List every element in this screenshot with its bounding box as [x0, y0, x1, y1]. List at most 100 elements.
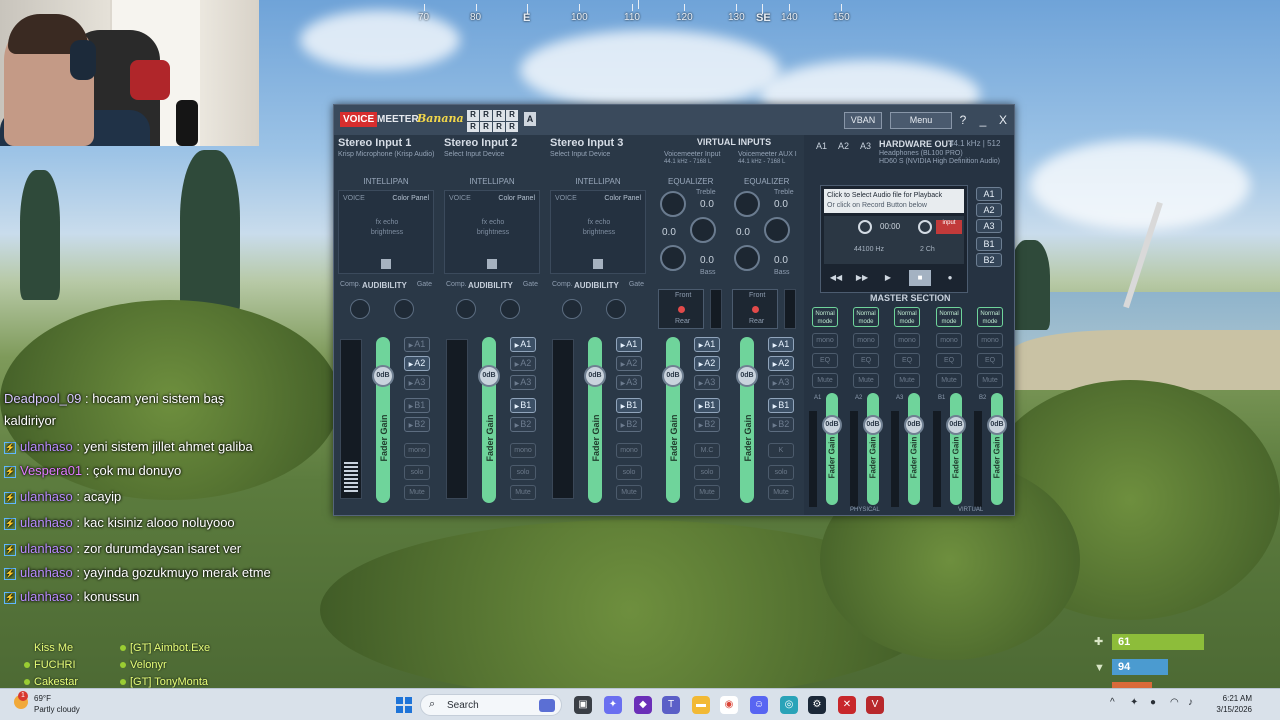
solo-button[interactable]: solo [616, 465, 642, 480]
rec-a3-button[interactable]: A3 [976, 219, 1002, 233]
rec-b2-button[interactable]: B2 [976, 253, 1002, 267]
pan-dot[interactable] [752, 306, 759, 313]
master-fader-handle[interactable]: 0dB [863, 415, 883, 435]
solo-button[interactable]: solo [510, 465, 536, 480]
mute-button[interactable]: Mute [510, 485, 536, 500]
gate-knob[interactable] [394, 299, 414, 319]
start-button[interactable] [396, 697, 412, 713]
chrome-icon[interactable]: ◉ [720, 696, 738, 714]
bus-a1-button[interactable]: A1 [404, 337, 430, 352]
fader-track[interactable]: Fader Gain [482, 337, 496, 503]
bus-a3-button[interactable]: A3 [616, 375, 642, 390]
hw-tab-a1[interactable]: A1 [816, 141, 827, 151]
task-view-icon[interactable]: ▣ [574, 696, 592, 714]
solo-button[interactable]: solo [404, 465, 430, 480]
menu-button[interactable]: Menu [890, 112, 952, 129]
surround-pan-1[interactable]: Front Rear [658, 289, 704, 329]
master-fader-handle[interactable]: 0dB [822, 415, 842, 435]
hardware-out-device-2[interactable]: HD60 S (NVIDIA High Definition Audio) [879, 157, 1000, 166]
bus-b1-button[interactable]: B1 [510, 398, 536, 413]
mode-button[interactable]: Normal mode [936, 307, 962, 327]
master-fader-track[interactable]: Fader Gain [867, 393, 879, 505]
steam-icon[interactable]: ⚙ [808, 696, 826, 714]
eq-knob[interactable] [764, 217, 790, 243]
mute-button[interactable]: Mute [694, 485, 720, 500]
mute-button[interactable]: Mute [812, 373, 838, 388]
weather-desc[interactable]: Partly cloudy [34, 705, 80, 714]
voicemeeter-window[interactable]: VOICE MEETER Banana R R R R R R R R A VB… [333, 104, 1015, 516]
master-fader-track[interactable]: Fader Gain [826, 393, 838, 505]
help-button[interactable]: ? [954, 111, 972, 129]
strip-device[interactable]: Krisp Microphone (Krisp Audio) [338, 151, 435, 158]
volume-icon[interactable]: ♪ [1188, 697, 1193, 708]
mono-button[interactable]: mono [812, 333, 838, 348]
gate-knob[interactable] [500, 299, 520, 319]
mute-button[interactable]: Mute [404, 485, 430, 500]
rewind-icon[interactable]: ◀◀ [825, 270, 847, 286]
strip-device[interactable]: Select Input Device [550, 151, 623, 158]
master-fader-handle[interactable]: 0dB [987, 415, 1007, 435]
eq-button[interactable]: EQ [812, 353, 838, 368]
k-button[interactable]: K [768, 443, 794, 458]
bus-a2-button[interactable]: A2 [616, 356, 642, 371]
mono-button[interactable]: mono [853, 333, 879, 348]
bus-a2-button[interactable]: A2 [694, 356, 720, 371]
bus-b1-button[interactable]: B1 [694, 398, 720, 413]
input-badge[interactable]: input [936, 220, 962, 234]
fader-handle[interactable]: 0dB [662, 365, 684, 387]
solo-button[interactable]: solo [694, 465, 720, 480]
comp-knob[interactable] [456, 299, 476, 319]
bus-b1-button[interactable]: B1 [768, 398, 794, 413]
playback-prompt[interactable]: Click to Select Audio file for Playback … [824, 189, 964, 213]
eq-button[interactable]: EQ [853, 353, 879, 368]
surround-pan-2[interactable]: Front Rear [732, 289, 778, 329]
strip-device[interactable]: Select Input Device [444, 151, 517, 158]
stop-icon[interactable]: ■ [909, 270, 931, 286]
intellipan-pad[interactable]: VOICE Color Panel fx echo brightness [338, 190, 434, 274]
bus-a1-button[interactable]: A1 [694, 337, 720, 352]
strip-header-2[interactable]: Stereo Input 2 Select Input Device [444, 137, 517, 167]
pan-dot[interactable] [678, 306, 685, 313]
fader-track[interactable]: Fader Gain [740, 337, 754, 503]
mute-button[interactable]: Mute [977, 373, 1003, 388]
bus-a3-button[interactable]: A3 [694, 375, 720, 390]
master-fader-track[interactable]: Fader Gain [908, 393, 920, 505]
fader-track[interactable]: Fader Gain [588, 337, 602, 503]
bus-a1-button[interactable]: A1 [510, 337, 536, 352]
master-fader-track[interactable]: Fader Gain [950, 393, 962, 505]
strip-header-3[interactable]: Stereo Input 3 Select Input Device [550, 137, 623, 167]
mute-button[interactable]: Mute [894, 373, 920, 388]
browser-icon[interactable]: ◎ [780, 696, 798, 714]
mute-button[interactable]: Mute [768, 485, 794, 500]
bus-b1-button[interactable]: B1 [404, 398, 430, 413]
mode-button[interactable]: Normal mode [853, 307, 879, 327]
mode-button[interactable]: Normal mode [812, 307, 838, 327]
teams-icon[interactable]: T [662, 696, 680, 714]
master-fader-handle[interactable]: 0dB [946, 415, 966, 435]
tray-overflow-icon[interactable]: ^ [1110, 697, 1115, 708]
bus-a3-button[interactable]: A3 [768, 375, 794, 390]
rec-a2-button[interactable]: A2 [976, 203, 1002, 217]
fader-track[interactable]: Fader Gain [666, 337, 680, 503]
wifi-icon[interactable]: ◠ [1170, 697, 1179, 708]
gate-knob[interactable] [606, 299, 626, 319]
mute-button[interactable]: Mute [936, 373, 962, 388]
bus-b2-button[interactable]: B2 [510, 417, 536, 432]
bus-a1-button[interactable]: A1 [768, 337, 794, 352]
close-button[interactable]: X [994, 111, 1012, 129]
fader-handle[interactable]: 0dB [584, 365, 606, 387]
bus-b1-button[interactable]: B1 [616, 398, 642, 413]
eq-button[interactable]: EQ [936, 353, 962, 368]
comp-knob[interactable] [562, 299, 582, 319]
bus-a2-button[interactable]: A2 [768, 356, 794, 371]
rec-b1-button[interactable]: B1 [976, 237, 1002, 251]
fader-handle[interactable]: 0dB [478, 365, 500, 387]
mode-button[interactable]: Normal mode [977, 307, 1003, 327]
mono-button[interactable]: mono [510, 443, 536, 458]
eq-knob[interactable] [734, 245, 760, 271]
fader-handle[interactable]: 0dB [372, 365, 394, 387]
tape-player[interactable]: Click to Select Audio file for Playback … [820, 185, 968, 293]
play-icon[interactable]: ▶ [877, 270, 899, 286]
eq-knob[interactable] [690, 217, 716, 243]
intellipan-3[interactable]: INTELLIPAN VOICE Color Panel fx echo bri… [550, 177, 646, 277]
